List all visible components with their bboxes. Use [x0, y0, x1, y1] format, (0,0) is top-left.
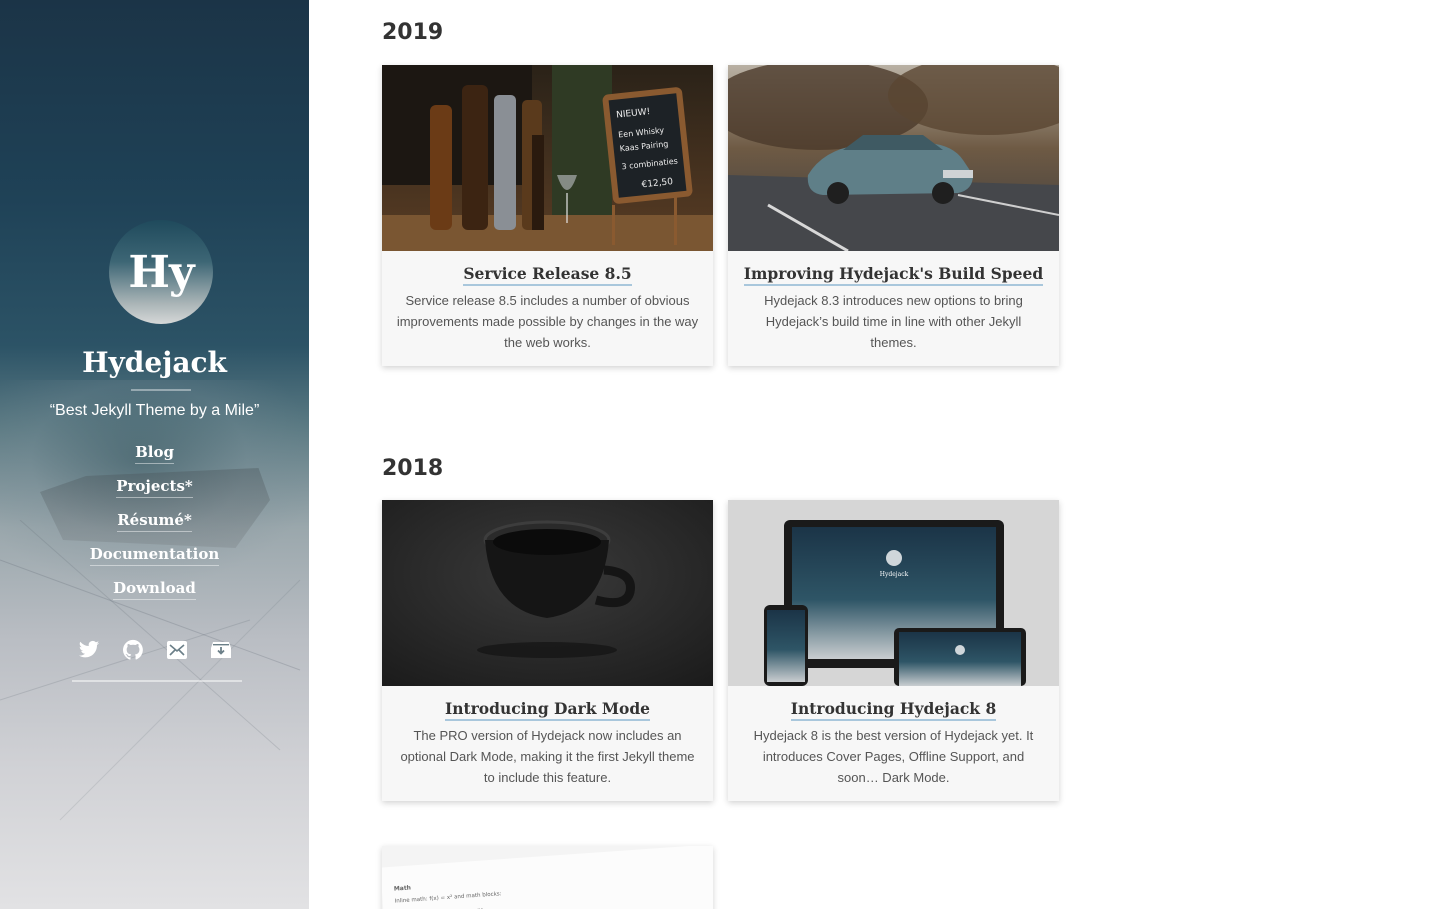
post-image[interactable]: [382, 500, 713, 686]
post-description: Hydejack 8.3 introduces new options to b…: [764, 293, 1023, 350]
twitter-icon[interactable]: [78, 639, 100, 661]
nav-link-download[interactable]: Download: [113, 578, 196, 600]
post-card[interactable]: Hydejack Introducing Hydejack 8 Hydejack…: [728, 500, 1059, 801]
post-card[interactable]: Improving Hydejack's Build Speed Hydejac…: [728, 65, 1059, 366]
title-divider: [131, 389, 191, 391]
nav-link-resume[interactable]: Résumé*: [117, 510, 192, 532]
email-icon[interactable]: [166, 639, 188, 661]
post-title[interactable]: Service Release 8.5: [382, 263, 713, 286]
year-heading: 2019: [382, 20, 444, 45]
post-card[interactable]: NIEUW! Een Whisky Kaas Pairing 3 combina…: [382, 65, 713, 366]
social-divider: [72, 680, 242, 682]
sidebar-nav: Blog Projects* Résumé* Documentation Dow…: [0, 442, 309, 612]
post-card[interactable]: Math Inline math: f(x) = x² and math blo…: [382, 846, 713, 909]
device-mockup-title: Hydejack: [880, 571, 909, 578]
github-icon[interactable]: [122, 639, 144, 661]
math-heading: Math: [394, 885, 412, 893]
post-description: Service release 8.5 includes a number of…: [396, 293, 699, 350]
nav-link-documentation[interactable]: Documentation: [89, 544, 220, 566]
post-image[interactable]: Math Inline math: f(x) = x² and math blo…: [382, 846, 713, 909]
site-title[interactable]: Hydejack: [0, 346, 309, 379]
post-title[interactable]: Introducing Hydejack 8: [728, 698, 1059, 721]
year-heading: 2018: [382, 456, 444, 481]
avatar[interactable]: Hy: [109, 220, 213, 324]
archive-icon[interactable]: [210, 639, 232, 661]
post-title[interactable]: Improving Hydejack's Build Speed: [728, 263, 1059, 286]
sidebar: Hy Hydejack “Best Jekyll Theme by a Mile…: [0, 0, 309, 909]
post-description: The PRO version of Hydejack now includes…: [400, 728, 695, 785]
nav-link-projects[interactable]: Projects*: [116, 476, 193, 498]
main-content: 2019 NIEUW! Een Whisky Kaas Pairing 3 co…: [309, 0, 1440, 909]
avatar-text: Hy: [128, 246, 194, 298]
post-image[interactable]: Hydejack: [728, 500, 1059, 686]
post-image[interactable]: NIEUW! Een Whisky Kaas Pairing 3 combina…: [382, 65, 713, 251]
tagline: “Best Jekyll Theme by a Mile”: [49, 402, 260, 419]
nav-link-blog[interactable]: Blog: [135, 442, 174, 464]
post-card[interactable]: Introducing Dark Mode The PRO version of…: [382, 500, 713, 801]
social-links: [0, 639, 309, 661]
post-image[interactable]: [728, 65, 1059, 251]
post-title[interactable]: Introducing Dark Mode: [382, 698, 713, 721]
post-description: Hydejack 8 is the best version of Hydeja…: [753, 728, 1034, 785]
